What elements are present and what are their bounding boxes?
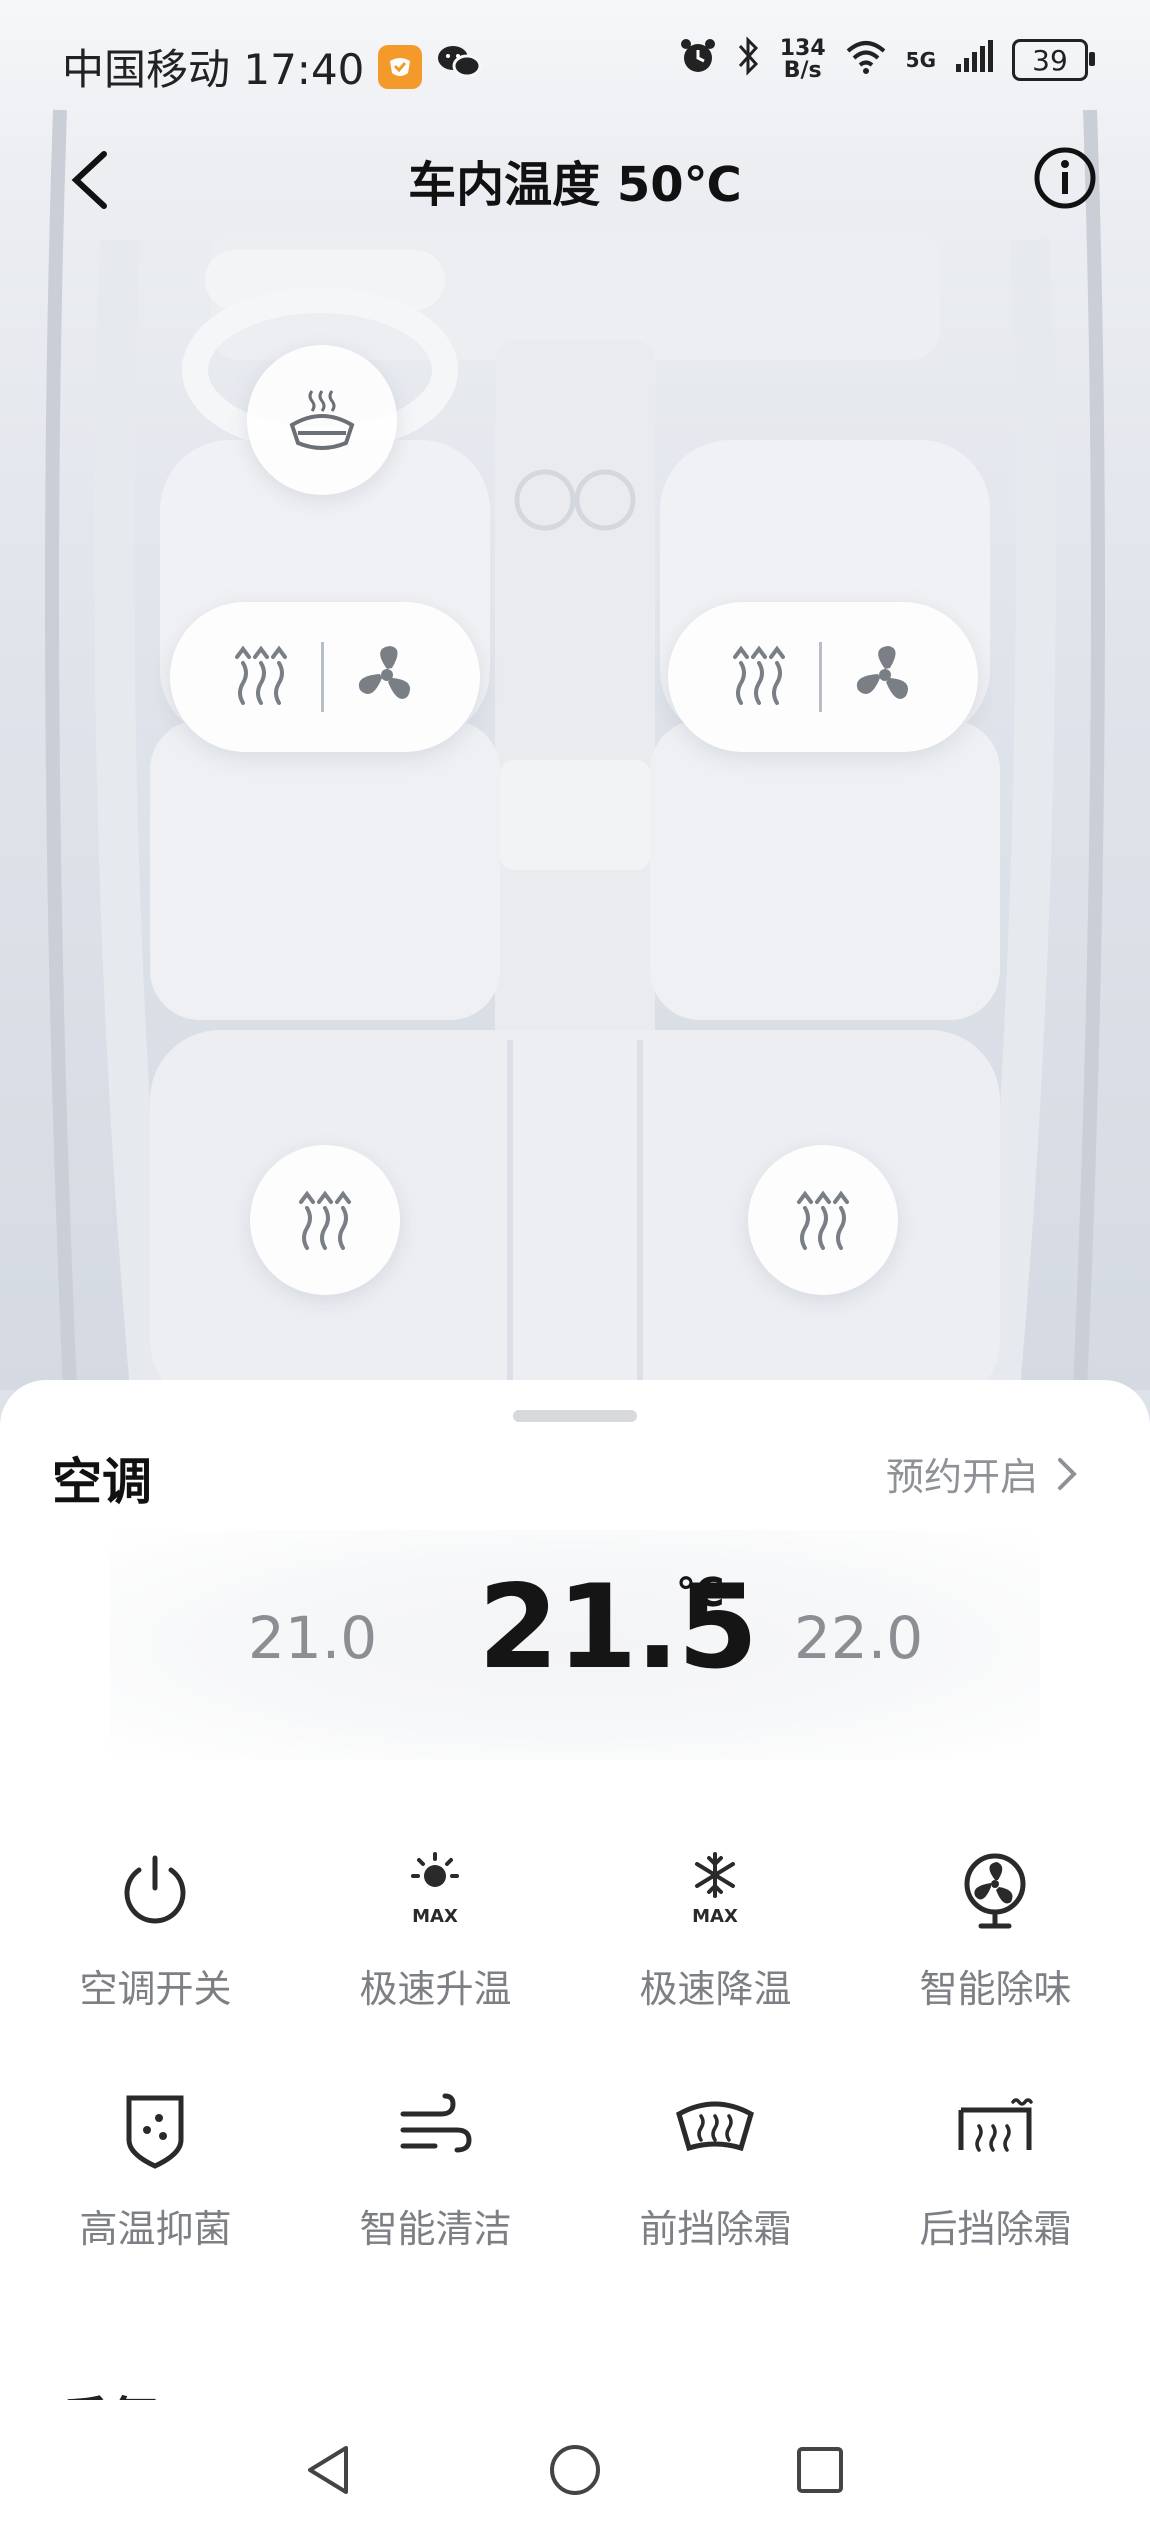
seat-heat-icon (234, 645, 287, 705)
temp-option-lower[interactable]: 21.0 (248, 1604, 377, 1672)
rear-left-seat-heat-button[interactable] (250, 1145, 400, 1295)
section-title-ac: 空调 (52, 1453, 152, 1511)
circle-home-icon (550, 2445, 600, 2495)
temperature-picker[interactable]: 21.0 21.5 ℃ 22.0 (110, 1530, 1040, 1760)
net-speed-value: 134 (779, 36, 826, 61)
sun-max-icon: MAX (411, 1852, 459, 1927)
front-right-seat-heat-button[interactable] (727, 643, 791, 711)
chevron-right-icon (1058, 1457, 1077, 1490)
rear-right-seat-heat-button[interactable] (748, 1145, 898, 1295)
power-icon (124, 1855, 186, 1924)
front-right-seat-controls (668, 602, 978, 752)
schedule-label: 预约开启 (885, 1455, 1038, 1499)
front-left-seat-vent-button[interactable] (352, 640, 422, 714)
status-left: 中国移动 17:40 (62, 36, 482, 97)
square-recents-icon (797, 2447, 843, 2493)
triangle-back-icon (308, 2446, 348, 2494)
high-temp-sterilize-button[interactable]: 高温抑菌 (12, 2090, 299, 2290)
seat-heat-icon (732, 645, 785, 705)
function-label: 前挡除霜 (639, 2207, 792, 2251)
function-label: 后挡除霜 (919, 2207, 1072, 2251)
temp-unit: ℃ (676, 1570, 725, 1616)
battery-level: 39 (1032, 43, 1068, 77)
wechat-icon (436, 42, 482, 92)
seat-ventilation-icon (856, 646, 908, 699)
rapid-heat-button[interactable]: MAX 极速升温 (292, 1850, 579, 2050)
wifi-icon (844, 37, 888, 83)
front-defrost-icon (676, 2101, 754, 2152)
status-right: 134 B/s 5G 39 (678, 36, 1095, 84)
carrier-time: 中国移动 17:40 (62, 45, 365, 94)
info-button[interactable] (1032, 145, 1098, 211)
climate-sheet: 空调 预约开启 21.0 21.5 ℃ 22.0 空调开关 MAX 极速升温 M… (0, 1380, 1150, 2537)
steering-heat-button[interactable] (247, 345, 397, 495)
nav-recents-button[interactable] (790, 2440, 850, 2500)
seat-heat-icon (299, 1190, 351, 1250)
smart-deodorize-button[interactable]: 智能除味 (852, 1850, 1139, 2050)
function-label: 极速降温 (639, 1967, 792, 2011)
network-type: 5G (905, 48, 936, 72)
info-icon (1034, 147, 1096, 209)
status-bar: 中国移动 17:40 134 B/s 5G 39 (0, 0, 1150, 120)
rear-defrost-button[interactable]: 后挡除霜 (852, 2090, 1139, 2290)
function-label: 极速升温 (359, 1967, 512, 2011)
ac-power-button[interactable]: 空调开关 (12, 1850, 299, 2050)
net-speed: 134 B/s (780, 38, 826, 82)
nav-home-button[interactable] (545, 2440, 605, 2500)
svg-text:MAX: MAX (692, 1906, 738, 1927)
rear-defrost-icon (958, 2098, 1033, 2152)
front-right-seat-vent-button[interactable] (850, 640, 920, 714)
function-label: 智能除味 (919, 1967, 1072, 2011)
svg-text:MAX: MAX (412, 1906, 458, 1927)
seat-ventilation-icon (358, 646, 410, 699)
front-left-seat-controls (170, 602, 480, 752)
signal-icon (954, 38, 994, 82)
car-interior-view: 中国移动 17:40 134 B/s 5G 39 车内温度 50℃ (0, 0, 1150, 1390)
sheet-drag-handle[interactable] (513, 1410, 637, 1422)
front-left-seat-heat-button[interactable] (229, 643, 293, 711)
function-label: 智能清洁 (359, 2207, 512, 2251)
snowflake-max-icon: MAX (692, 1852, 738, 1927)
system-navigation-bar (0, 2400, 1150, 2537)
steering-wheel-heat-icon (289, 390, 355, 450)
page-title: 车内温度 50℃ (408, 157, 742, 213)
rapid-cool-button[interactable]: MAX 极速降温 (572, 1850, 859, 2050)
schedule-link[interactable]: 预约开启 (886, 1446, 1078, 1501)
nav-back-button[interactable] (300, 2440, 360, 2500)
fan-icon (964, 1853, 1026, 1929)
wind-icon (400, 2093, 472, 2153)
alarm-icon (678, 36, 718, 84)
battery-indicator: 39 (1012, 39, 1095, 81)
smart-clean-button[interactable]: 智能清洁 (292, 2090, 579, 2290)
divider (320, 642, 324, 712)
function-label: 空调开关 (79, 1967, 232, 2011)
seat-heat-icon (797, 1190, 849, 1250)
function-label: 高温抑菌 (79, 2207, 232, 2251)
divider (818, 642, 822, 712)
temp-option-higher[interactable]: 22.0 (794, 1604, 923, 1672)
app-badge-icon (378, 44, 423, 89)
bluetooth-icon (736, 36, 762, 84)
net-speed-unit: B/s (783, 58, 822, 83)
shield-dots-icon (126, 2095, 184, 2169)
front-defrost-button[interactable]: 前挡除霜 (572, 2090, 859, 2290)
